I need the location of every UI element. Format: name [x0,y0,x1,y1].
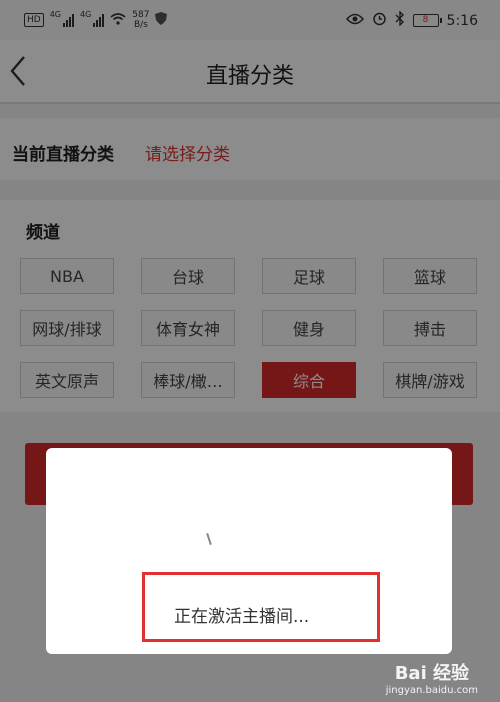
watermark-logo: Bai 经验 [394,663,470,684]
loading-message: 正在激活主播间... [174,607,310,627]
baidu-watermark: Bai 经验 jingyan.baidu.com [386,659,478,696]
loading-spinner-icon [206,532,212,547]
watermark-url: jingyan.baidu.com [385,685,478,696]
loading-dialog: 正在激活主播间... [46,448,452,654]
